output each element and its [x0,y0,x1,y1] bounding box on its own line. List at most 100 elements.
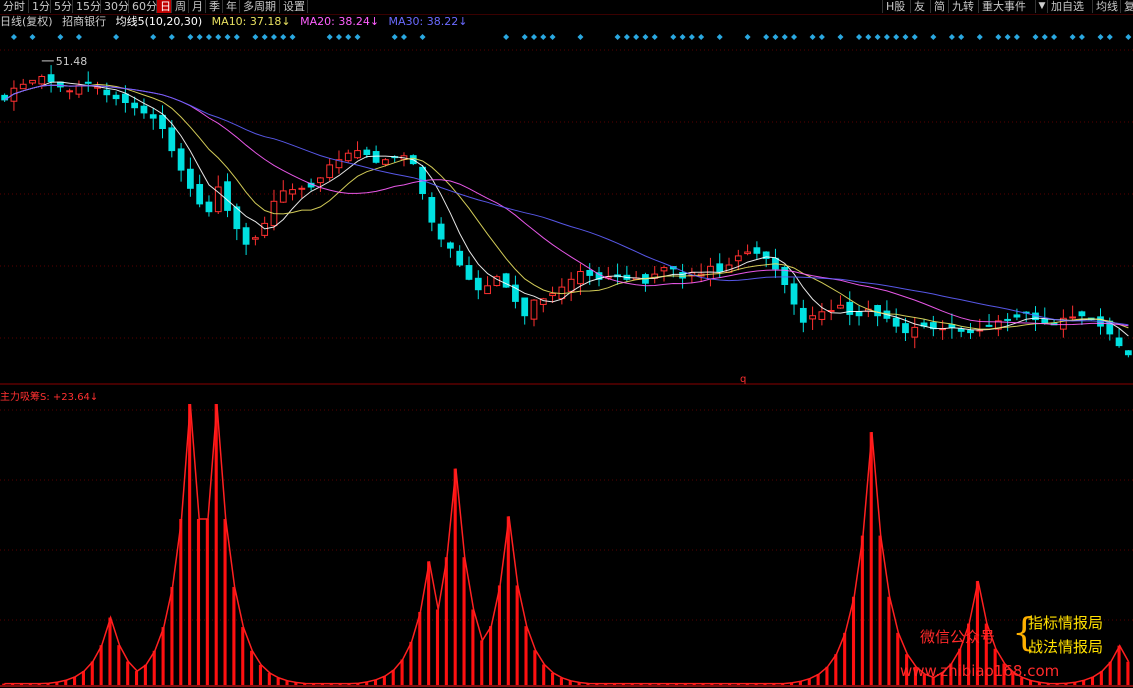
indicator-bar [250,650,254,685]
candle-body [1106,320,1114,335]
candle-body [911,326,919,338]
indicator-value: +23.64↓ [52,392,99,403]
candle-body [121,93,129,104]
signal-diamond [549,34,556,40]
candle-body [753,247,761,254]
watermark-url: www.zhibiao168.com [900,662,1060,680]
candle-body [140,105,148,114]
candle-body [892,317,900,327]
tab-9[interactable]: 季 [206,0,223,13]
tab-4[interactable]: 30分 [101,0,129,13]
candle-body [447,242,454,249]
indicator-bar [205,518,209,685]
indicator-bar [533,650,537,685]
indicator-bar [559,677,563,685]
ma-params[interactable]: 均线5(10,20,30) [116,15,203,28]
toolbar-right-7[interactable]: 复 [1120,0,1133,13]
signal-diamond [335,34,342,40]
candle-body [428,197,436,223]
indicator-bar [241,627,245,685]
candle-body [948,324,956,328]
tab-1[interactable]: 1分 [29,0,51,13]
toolbar-right-2[interactable]: 简 [930,0,948,13]
candle-body [279,190,287,203]
kline-chart[interactable]: 51.48 q [0,30,1133,688]
toolbar-right-1[interactable]: 友 [910,0,930,13]
indicator-bar [143,664,147,685]
watermark: 微信公众号 { 指标情报局 战法情报局 www.zhibiao168.com [900,612,1130,688]
candle-body [1013,314,1021,318]
high-label: 51.48 [56,55,88,68]
indicator-bar [223,518,227,685]
signal-diamond [623,34,630,40]
indicator-bar [418,611,422,685]
signal-diamond [976,34,983,40]
indicator-bar [887,596,891,685]
tab-0[interactable]: 分时 [0,0,29,13]
signal-diamond [1041,34,1048,40]
signal-diamond [577,34,584,40]
signal-diamond [503,34,510,40]
signal-diamond [205,34,212,40]
candle-body [799,307,807,323]
signal-diamond [113,34,120,40]
tab-5[interactable]: 60分 [129,0,157,13]
toolbar-right-4[interactable]: 重大事件 [978,0,1034,13]
tab-2[interactable]: 5分 [51,0,73,13]
indicator-bar [506,516,510,685]
signal-diamond [168,34,175,40]
indicator-bar [462,557,466,685]
candle-body [1124,350,1132,356]
signal-diamond [651,34,658,40]
signal-diamond [874,34,881,40]
q-marker: q [740,374,746,385]
toolbar-right-5[interactable]: 加自选 [1047,0,1091,13]
signal-diamond [1097,34,1104,40]
chevron-down-icon[interactable]: ▼ [1035,0,1048,13]
indicator-bar [117,645,121,685]
indicator-bar [81,671,85,685]
ma30-line [4,84,1129,326]
candle-body [484,285,491,295]
toolbar-right-3[interactable]: 九转 [948,0,975,13]
signal-diamond [856,34,863,40]
candle-body [577,271,584,285]
tab-12[interactable]: 设置 [280,0,308,13]
indicator-bar [196,518,201,685]
watermark-line2: 战法情报局 [1028,638,1104,656]
indicator-bar [896,632,900,685]
indicator-bar [843,632,847,685]
tab-3[interactable]: 15分 [73,0,101,13]
toolbar-right-0[interactable]: H股 [882,0,908,13]
signal-diamond [419,34,426,40]
tab-6[interactable]: 日 [157,0,172,13]
candle-body [1078,311,1086,317]
tab-10[interactable]: 年 [223,0,240,13]
candle-body [567,278,575,292]
signal-diamond [670,34,677,40]
candle-body [456,250,464,266]
candle-body [56,81,64,88]
tab-7[interactable]: 周 [172,0,189,13]
signal-diamond [893,34,900,40]
candle-body [902,323,909,334]
tab-8[interactable]: 月 [189,0,206,13]
signal-diamond [809,34,816,40]
signal-diamond [837,34,844,40]
indicator-bar [834,654,838,685]
signal-diamond [1013,34,1020,40]
signal-diamond [958,34,965,40]
candle-body [177,148,185,171]
ma10-value: MA10: 37.18↓ [211,15,291,28]
indicator-bar [427,561,431,685]
candle-body [112,94,120,100]
tab-11[interactable]: 多周期 [240,0,280,13]
toolbar-right-6[interactable]: 均线 [1092,0,1119,13]
candle-body [818,311,826,320]
candle-body [1069,316,1077,319]
indicator-bar [497,585,501,685]
candle-body [205,201,213,213]
ma5-line [4,81,1129,337]
indicator-bar [471,609,475,685]
candle-body [149,114,157,119]
